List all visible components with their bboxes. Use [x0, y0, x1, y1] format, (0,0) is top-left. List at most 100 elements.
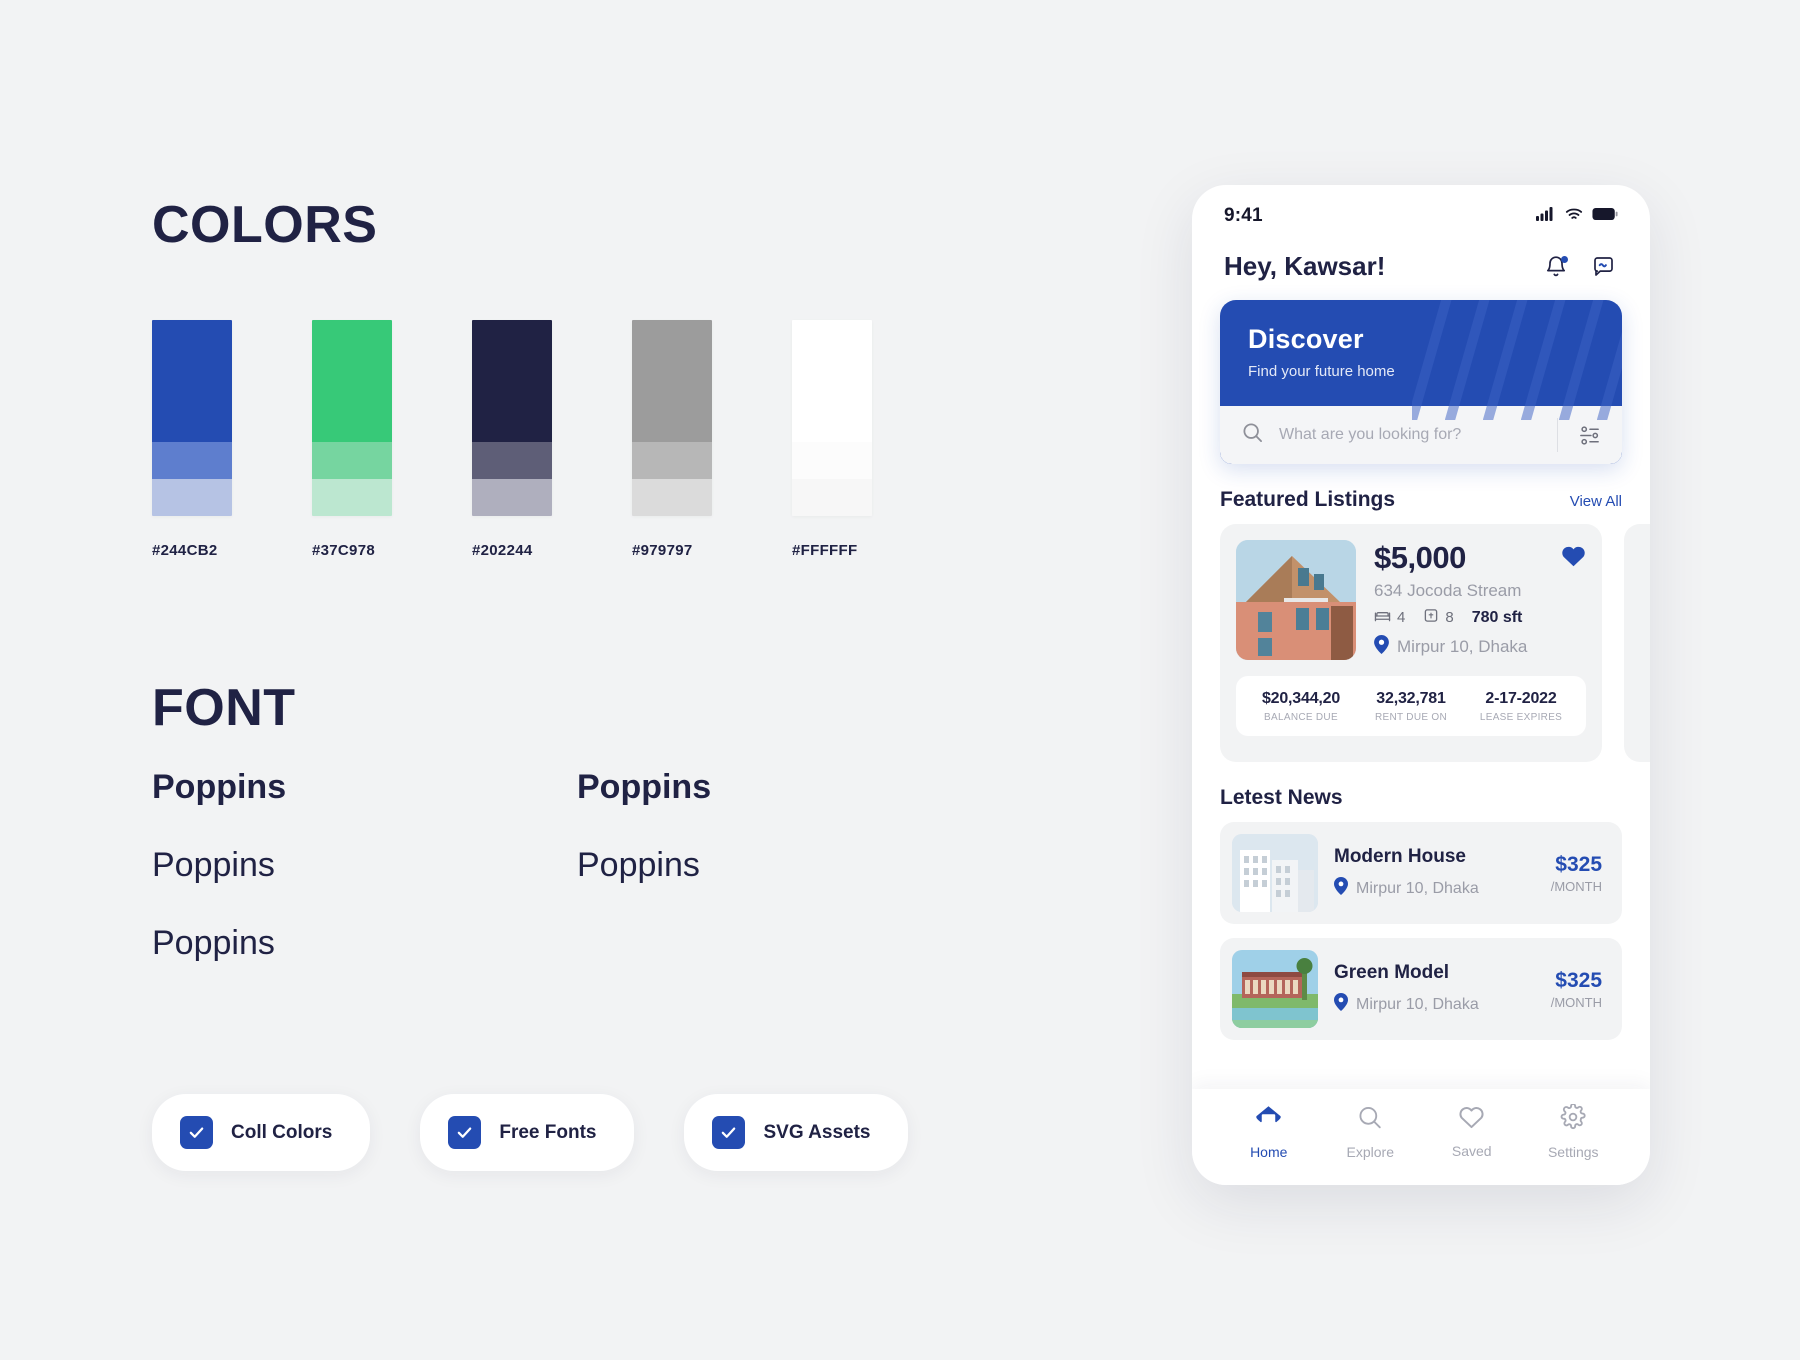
view-all-link[interactable]: View All — [1570, 493, 1622, 510]
listing-location-text: Mirpur 10, Dhaka — [1397, 637, 1528, 656]
news-price-amount: $325 — [1555, 852, 1602, 876]
checkmark-icon[interactable] — [712, 1116, 746, 1149]
font-sample-bold-alt: Poppins — [577, 768, 712, 806]
discover-body: Discover Find your future home — [1220, 300, 1622, 406]
swatch-tier-mid — [472, 441, 552, 479]
stat-value: 2-17-2022 — [1485, 690, 1557, 707]
discover-section: Discover Find your future home What are … — [1192, 294, 1650, 464]
home-icon — [1255, 1105, 1282, 1135]
styleguide-page: COLORS #244CB2 #37C978 #202244 #979797 #… — [0, 0, 1800, 1360]
bed-count: 4 — [1374, 608, 1405, 627]
featured-listing-card[interactable]: $5,000 634 Jocoda Stream 4 8 780 sft Mir… — [1220, 524, 1602, 762]
stat-lease-expires: 2-17-2022 LEASE EXPIRES — [1466, 690, 1576, 723]
bottom-tab-bar: Home Explore Saved Settings — [1192, 1089, 1650, 1185]
color-swatch-white[interactable]: #FFFFFF — [792, 320, 872, 559]
news-location: Mirpur 10, Dhaka — [1334, 993, 1535, 1016]
font-sample-regular-alt: Poppins — [577, 846, 700, 884]
swatch-tier-base — [472, 320, 552, 442]
swatch-tier-base — [632, 320, 712, 442]
news-location-text: Mirpur 10, Dhaka — [1356, 995, 1479, 1013]
tab-label: Home — [1250, 1143, 1288, 1160]
swatch-tier-light — [312, 478, 392, 516]
font-column-left: Poppins Poppins Poppins — [152, 770, 286, 1004]
heart-filled-icon[interactable] — [1561, 544, 1586, 572]
color-swatch-accent-green[interactable]: #37C978 — [312, 320, 392, 559]
news-list-item[interactable]: Modern House Mirpur 10, Dhaka $325 /MONT… — [1220, 822, 1622, 924]
discover-title: Discover — [1248, 324, 1364, 354]
news-location-text: Mirpur 10, Dhaka — [1356, 879, 1479, 897]
stat-label: LEASE EXPIRES — [1479, 712, 1563, 723]
bed-count-value: 4 — [1397, 609, 1406, 626]
listing-location: Mirpur 10, Dhaka — [1374, 635, 1586, 659]
color-swatch-neutral-gray[interactable]: #979797 — [632, 320, 712, 559]
checkbox-pill-coll-colors[interactable]: Coll Colors — [152, 1094, 371, 1171]
tab-settings[interactable]: Settings — [1523, 1103, 1625, 1160]
news-thumbnail — [1232, 834, 1318, 912]
bath-count-value: 8 — [1445, 609, 1454, 626]
bath-count: 8 — [1423, 608, 1454, 627]
swatch-tier-mid — [312, 441, 392, 479]
news-price-period: /MONTH — [1550, 878, 1602, 894]
listing-meta: 4 8 780 sft — [1374, 608, 1586, 627]
bell-icon[interactable] — [1541, 252, 1571, 282]
location-pin-icon — [1334, 877, 1348, 900]
featured-section-header: Featured Listings View All — [1192, 464, 1650, 524]
swatch-hex-label: #979797 — [632, 542, 693, 559]
color-swatch-dark-navy[interactable]: #202244 — [472, 320, 552, 559]
bed-icon — [1374, 608, 1391, 627]
notification-dot — [1561, 255, 1568, 263]
discover-subtitle: Find your future home — [1248, 363, 1395, 380]
swatch-stack — [312, 320, 392, 516]
swatch-tier-mid — [792, 441, 872, 479]
search-placeholder: What are you looking for? — [1279, 426, 1462, 443]
chat-icon[interactable] — [1588, 252, 1618, 282]
tab-saved[interactable]: Saved — [1421, 1105, 1523, 1159]
feature-pill-row: Coll Colors Free Fonts SVG Assets — [152, 1094, 909, 1171]
news-location: Mirpur 10, Dhaka — [1334, 877, 1535, 900]
cellular-signal-icon — [1536, 206, 1556, 226]
news-body: Green Model Mirpur 10, Dhaka — [1334, 962, 1535, 1016]
checkmark-icon[interactable] — [448, 1116, 482, 1149]
swatch-tier-light — [632, 478, 712, 516]
bath-icon — [1423, 608, 1439, 627]
styleguide-panel: COLORS #244CB2 #37C978 #202244 #979797 #… — [0, 0, 1030, 1360]
stat-value: 32,32,781 — [1376, 690, 1446, 707]
news-title: Modern House — [1334, 846, 1466, 867]
colors-heading: COLORS — [152, 196, 378, 254]
status-icons — [1536, 206, 1618, 226]
color-swatch-row: #244CB2 #37C978 #202244 #979797 #FFFFFF — [152, 320, 872, 559]
font-sample-light: Poppins — [152, 924, 275, 962]
stat-label: RENT DUE ON — [1374, 712, 1447, 723]
color-swatch-primary-blue[interactable]: #244CB2 — [152, 320, 232, 559]
news-section-header: Letest News — [1192, 762, 1650, 822]
pill-label: Free Fonts — [499, 1121, 597, 1143]
heart-icon — [1458, 1105, 1485, 1134]
font-sample-bold: Poppins — [152, 768, 287, 806]
swatch-stack — [152, 320, 232, 516]
font-sample-medium: Poppins — [152, 846, 275, 884]
checkmark-icon[interactable] — [180, 1116, 213, 1149]
swatch-tier-mid — [152, 441, 232, 479]
featured-carousel[interactable]: $5,000 634 Jocoda Stream 4 8 780 sft Mir… — [1192, 524, 1650, 762]
status-bar: 9:41 — [1192, 185, 1650, 231]
greeting-row: Hey, Kawsar! — [1192, 231, 1650, 294]
listing-info: $5,000 634 Jocoda Stream 4 8 780 sft Mir… — [1374, 540, 1586, 660]
checkbox-pill-svg-assets[interactable]: SVG Assets — [684, 1094, 909, 1171]
tab-home[interactable]: Home — [1218, 1105, 1320, 1160]
swatch-hex-label: #37C978 — [312, 542, 375, 559]
news-list-item[interactable]: Green Model Mirpur 10, Dhaka $325 /MONTH — [1220, 938, 1622, 1040]
swatch-tier-mid — [632, 441, 712, 479]
search-icon — [1357, 1105, 1383, 1135]
divider — [1557, 418, 1558, 452]
tab-explore[interactable]: Explore — [1320, 1105, 1422, 1160]
discover-banner: Discover Find your future home What are … — [1220, 300, 1622, 464]
news-list: Modern House Mirpur 10, Dhaka $325 /MONT… — [1192, 822, 1650, 1040]
swatch-stack — [472, 320, 552, 516]
filter-sliders-icon[interactable] — [1562, 424, 1616, 447]
stat-label: BALANCE DUE — [1264, 712, 1338, 723]
checkbox-pill-free-fonts[interactable]: Free Fonts — [420, 1094, 635, 1171]
pill-label: SVG Assets — [763, 1121, 871, 1143]
news-body: Modern House Mirpur 10, Dhaka — [1334, 846, 1535, 900]
featured-listing-card-next[interactable] — [1624, 524, 1650, 762]
price-row: $5,000 — [1374, 540, 1586, 576]
